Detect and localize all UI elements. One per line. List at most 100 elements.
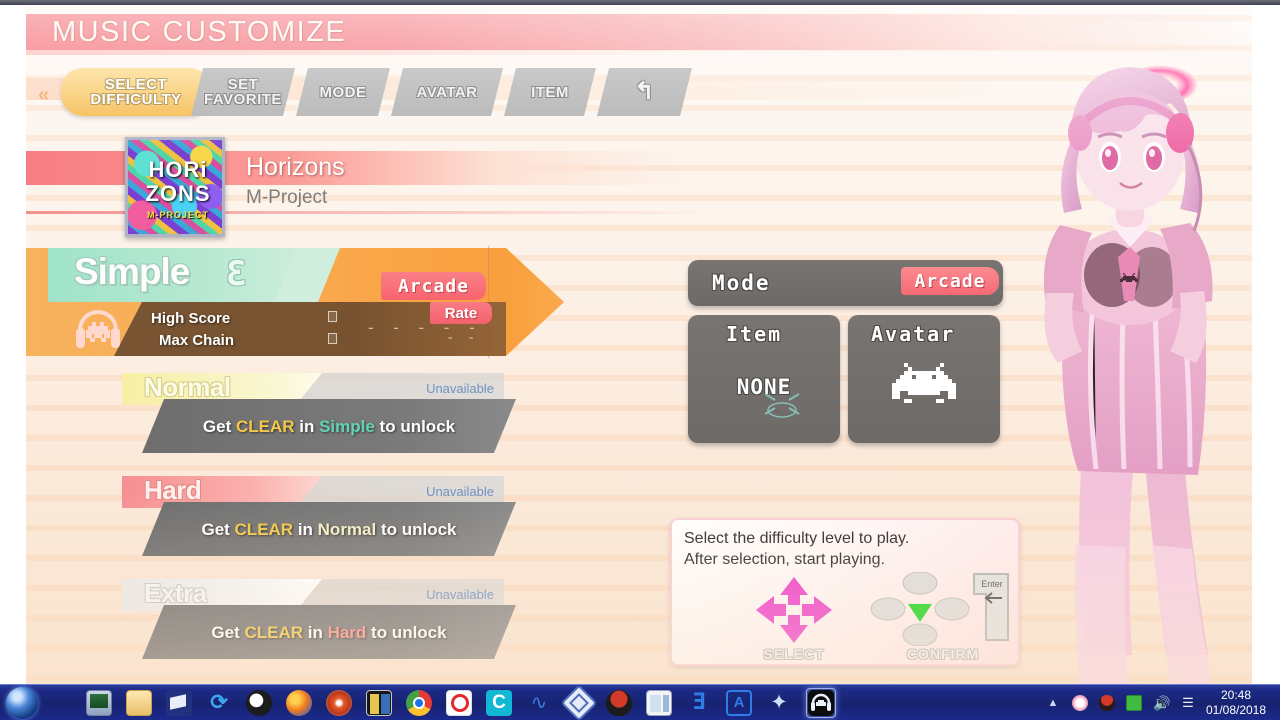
extra-unlock-target: Hard xyxy=(327,623,367,642)
album-art: HORi ZONS M-PROJECT xyxy=(125,137,225,237)
folder-icon[interactable] xyxy=(126,690,152,716)
normal-unlock-suffix: to unlock xyxy=(374,417,456,436)
album-art-line1: HORi xyxy=(148,157,208,182)
normal-unlock-message: Get CLEAR in Simple to unlock xyxy=(142,417,516,437)
extra-unlock-clear: CLEAR xyxy=(244,623,304,642)
item-panel-label: Item xyxy=(726,322,783,346)
tab-item[interactable]: ITEM xyxy=(504,68,596,116)
vending-machine-icon[interactable] xyxy=(366,690,392,716)
taskbar-active-app[interactable] xyxy=(806,688,836,718)
bee-search-icon[interactable] xyxy=(246,690,272,716)
tab-avatar[interactable]: AVATAR xyxy=(391,68,503,116)
tab-item-label: ITEM xyxy=(531,83,569,101)
shield-icon[interactable] xyxy=(1099,695,1115,711)
hard-unlock-message: Get CLEAR in Normal to unlock xyxy=(142,520,516,540)
high-score-marker-icon xyxy=(328,311,337,322)
network-icon[interactable]: ☰ xyxy=(1180,695,1196,711)
tab-select-difficulty-line2: DIFFICULTY xyxy=(90,91,182,108)
simple-difficulty-level: 3 xyxy=(226,254,247,294)
max-chain-label: Max Chain xyxy=(159,332,235,349)
extra-status-badge: Unavailable xyxy=(426,587,494,602)
high-score-label: High Score xyxy=(151,310,231,327)
start-button[interactable] xyxy=(6,687,38,719)
e-logo-icon[interactable]: Ǝ xyxy=(686,690,712,716)
normal-unlock-target: Simple xyxy=(319,417,375,436)
help-line-1: Select the difficulty level to play. xyxy=(684,530,910,547)
snail-icon[interactable] xyxy=(326,690,352,716)
tab-mode[interactable]: MODE xyxy=(296,68,390,116)
mode-panel-label: Mode xyxy=(712,271,771,295)
diamond-icon[interactable] xyxy=(560,684,598,720)
volume-icon[interactable]: 🔊 xyxy=(1153,695,1170,711)
taskbar-app-list: ⟳ C ∿ Ǝ A ✦ xyxy=(86,684,836,720)
ppsspp-icon[interactable]: ✦ xyxy=(766,690,792,716)
tab-back[interactable]: ↰ xyxy=(597,68,692,116)
normal-unlock-mid: in xyxy=(294,417,320,436)
file-explorer-icon[interactable] xyxy=(166,690,192,716)
circle-icon[interactable] xyxy=(1072,695,1088,711)
difficulty-row-normal[interactable]: Normal Unavailable Get CLEAR in Simple t… xyxy=(122,372,504,457)
difficulty-row-hard[interactable]: Hard Unavailable Get CLEAR in Normal to … xyxy=(122,475,504,560)
normal-unlock-clear: CLEAR xyxy=(235,417,295,436)
tab-set-favorite[interactable]: SET FAVORITE xyxy=(191,68,295,116)
dpad-caption: SELECT xyxy=(763,646,825,662)
a-logo-icon[interactable]: A xyxy=(726,690,752,716)
display-settings-icon[interactable] xyxy=(86,690,112,716)
headphone-invader-icon xyxy=(72,304,124,352)
song-artist: M-Project xyxy=(246,187,328,208)
hard-unlock-target: Normal xyxy=(317,520,377,539)
groove-coaster-icon[interactable] xyxy=(808,690,834,716)
tab-select-difficulty-line1: SELECT xyxy=(104,76,168,93)
character-artwork xyxy=(1012,25,1252,684)
tab-mode-label: MODE xyxy=(319,83,367,101)
helmet-icon[interactable] xyxy=(606,690,632,716)
avatar-panel-label: Avatar xyxy=(871,322,956,346)
system-tray: ▲ 🔊 ☰ xyxy=(1045,685,1196,720)
simple-selection-outline xyxy=(488,246,648,358)
extra-unlock-mid: in xyxy=(303,623,328,642)
show-hidden-icon[interactable]: ▲ xyxy=(1045,695,1061,711)
dpad-icon xyxy=(754,575,834,645)
hard-status-badge: Unavailable xyxy=(426,484,494,499)
difficulty-row-simple[interactable]: Simple 3 Arcade High Score Max Chain - -… xyxy=(26,246,666,364)
album-art-line3: M-PROJECT xyxy=(146,210,209,220)
help-line-2: After selection, start playing. xyxy=(684,551,885,568)
hard-unlock-prefix: Get xyxy=(201,520,235,539)
chrome-icon[interactable] xyxy=(406,690,432,716)
extra-difficulty-name: Extra xyxy=(144,578,207,608)
dolphin-icon[interactable]: ∿ xyxy=(526,690,552,716)
c-app-icon[interactable]: C xyxy=(486,690,512,716)
window-icon[interactable] xyxy=(646,690,672,716)
page-title: MUSIC CUSTOMIZE xyxy=(52,16,347,48)
help-box: Select the difficulty level to play. Aft… xyxy=(670,518,1020,666)
tab-avatar-label: AVATAR xyxy=(416,83,478,101)
back-arrow-icon: ↰ xyxy=(634,78,655,105)
rate-value: - - xyxy=(446,330,478,346)
item-cursor-icon xyxy=(761,390,803,418)
hard-unlock-suffix: to unlock xyxy=(376,520,457,539)
extra-unlock-message: Get CLEAR in Hard to unlock xyxy=(142,623,516,643)
tab-select-difficulty[interactable]: SELECT DIFFICULTY xyxy=(61,68,211,116)
mode-panel-value: Arcade xyxy=(901,267,999,295)
button-cluster-icon xyxy=(870,571,970,647)
clock-date: 01/08/2018 xyxy=(1205,703,1267,717)
max-chain-marker-icon xyxy=(328,333,337,344)
firefox-icon[interactable] xyxy=(286,690,312,716)
game-viewport: MUSIC CUSTOMIZE « » SELECT DIFFICULTY SE… xyxy=(26,5,1252,684)
hard-unlock-clear: CLEAR xyxy=(234,520,294,539)
extra-unlock-suffix: to unlock xyxy=(366,623,447,642)
clock-time: 20:48 xyxy=(1220,688,1252,702)
simple-mode-badge: Arcade xyxy=(381,272,486,300)
taskbar-clock[interactable]: 20:48 01/08/2018 xyxy=(1200,688,1272,718)
extra-unlock-prefix: Get xyxy=(211,623,245,642)
hard-difficulty-name: Hard xyxy=(144,475,202,505)
spiral-dfmirage-icon[interactable] xyxy=(446,690,472,716)
battery-icon[interactable] xyxy=(1126,695,1142,711)
sync-icon[interactable]: ⟳ xyxy=(206,690,232,716)
enter-key-icon: Enter xyxy=(972,572,1010,642)
rate-label: Rate xyxy=(430,302,492,324)
chevron-left-icon: « xyxy=(38,84,49,106)
normal-difficulty-name: Normal xyxy=(144,372,231,402)
difficulty-row-extra[interactable]: Extra Unavailable Get CLEAR in Hard to u… xyxy=(122,578,504,663)
tab-set-favorite-line1: SET xyxy=(227,76,259,93)
